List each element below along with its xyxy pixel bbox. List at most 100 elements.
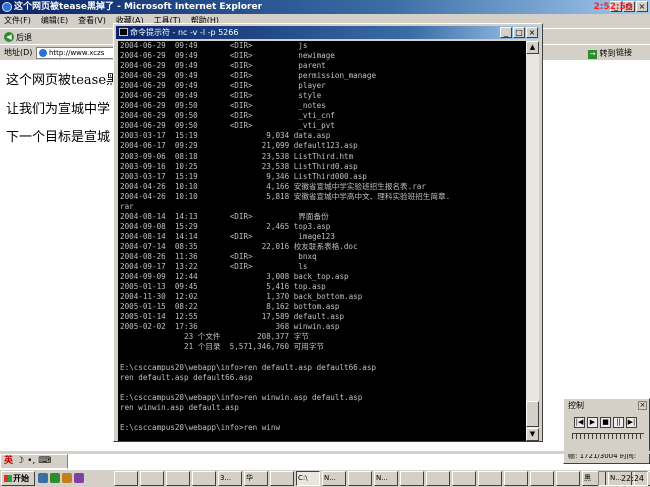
internet-explorer-icon[interactable] [2,2,12,12]
console-line: 23 个文件 208,377 字节 [120,332,309,342]
keyboard-icon[interactable]: ⌨ [38,455,51,468]
console-line: ren winwin.asp default.asp [120,402,239,412]
go-button[interactable]: → 转到 [588,46,616,62]
console-line: 2004-06-29 09:50 <DIR> _notes [120,101,326,111]
recording-timer: 2:52:56 [593,2,632,12]
quick-launch [38,473,84,483]
console-line: rar [120,201,134,211]
console-line: 2004-11-30 12:02 1,370 back_bottom.asp [120,292,363,302]
back-button[interactable]: ◀ 后退 [4,30,32,45]
taskbar-button[interactable]: C:\ [296,471,320,486]
taskbar-button[interactable] [192,471,216,486]
menu-edit[interactable]: 编辑(E) [41,14,68,28]
menu-file[interactable]: 文件(F) [4,14,31,28]
console-line: 2004-06-29 09:49 <DIR> js [120,41,308,50]
console-line: 2004-06-29 09:50 <DIR> _vti_pvt [120,121,335,131]
console-caption-buttons: _ □ × [500,27,538,38]
page-icon [39,49,47,57]
back-button-label: 后退 [16,32,32,42]
browser-title-bar[interactable]: 这个网页被tease黑掉了 - Microsoft Internet Explo… [0,0,650,14]
go-arrow-icon: → [588,50,597,59]
taskbar-button[interactable]: N... [374,471,398,486]
console-line: ren default.asp default66.asp [120,372,253,382]
taskbar-button[interactable] [348,471,372,486]
console-close-button[interactable]: × [526,27,538,38]
menu-view[interactable]: 查看(V) [78,14,106,28]
quick-launch-icon[interactable] [38,473,48,483]
console-window-title: 命令提示符 - nc -v -l -p 5266 [130,28,239,37]
scroll-up-button[interactable]: ▲ [526,41,539,54]
address-input[interactable]: http://www.xczs [36,47,122,59]
taskbar-button[interactable] [140,471,164,486]
console-line: E:\csccampus20\webapp\info>ren default.a… [120,362,377,372]
system-tray: 22:24 [598,471,648,486]
taskbar-button[interactable] [270,471,294,486]
quick-launch-icon[interactable] [74,473,84,483]
control-panel-title: 控制 [568,401,584,410]
console-line: 2005-01-13 09:45 5,416 top.asp [120,282,326,292]
skip-end-button[interactable]: ▶| [626,417,637,428]
taskbar-button[interactable] [452,471,476,486]
console-line: 2004-08-14 14:13 <DIR> 界面备份 [120,211,329,221]
taskbar-button[interactable] [400,471,424,486]
playback-control-panel: 控制 × |◀ ▶ ■ || ▶| 帧: 1721/3004 时间: [563,398,650,464]
console-icon[interactable] [119,28,128,36]
console-minimize-button[interactable]: _ [500,27,512,38]
quick-launch-icon[interactable] [62,473,72,483]
stop-button[interactable]: ■ [600,417,611,428]
taskbar-button[interactable] [530,471,554,486]
console-line: 2004-06-29 09:49 <DIR> newimage [120,51,335,61]
console-line: 2004-06-29 09:49 <DIR> style [120,91,322,101]
console-scrollbar[interactable]: ▲ ▼ [526,41,539,441]
taskbar-button[interactable]: N... [322,471,346,486]
address-value: http://www.xczs [49,49,105,57]
taskbar-button[interactable] [478,471,502,486]
punctuation-icon[interactable]: •, [27,455,35,468]
go-button-label: 转到 [599,49,616,58]
control-panel-close-button[interactable]: × [638,401,647,410]
console-line: 2004-04-26 10:10 4,166 安徽省宣城中学实验班招生报名表.r… [120,181,426,191]
console-line: 2004-09-17 13:22 <DIR> ls [120,262,308,272]
taskbar-button[interactable] [166,471,190,486]
playback-buttons: |◀ ▶ ■ || ▶| [574,417,637,428]
console-line: 2005-01-14 12:55 17,589 default.asp [120,312,345,322]
start-button-label: 开始 [13,474,29,483]
console-title-bar[interactable]: 命令提示符 - nc -v -l -p 5266 _ □ × [116,26,540,39]
console-line: 2004-06-29 09:49 <DIR> parent [120,61,326,71]
taskbar-button[interactable] [426,471,450,486]
taskbar-button[interactable]: 华 [244,471,268,486]
console-line: E:\csccampus20\webapp\info>ren winwin.as… [120,392,363,402]
play-button[interactable]: ▶ [587,417,598,428]
taskbar-button[interactable] [556,471,580,486]
moon-icon[interactable]: ☽ [16,455,24,468]
links-button[interactable]: 链接 [616,45,632,61]
windows-logo-icon [4,475,12,482]
rewind-button[interactable]: |◀ [574,417,585,428]
taskbar-button[interactable] [504,471,528,486]
console-line: 2004-06-29 09:50 <DIR> _vti_cnf [120,111,335,121]
pause-button[interactable]: || [613,417,624,428]
console-line: 2004-07-14 08:35 22,016 校友联系表格.doc [120,241,358,251]
command-prompt-window[interactable]: 命令提示符 - nc -v -l -p 5266 _ □ × 2004-06-2… [113,23,543,442]
console-line: 2004-06-29 09:49 <DIR> permission_manage [120,71,377,81]
console-line: 2005-02-02 17:36 368 winwin.asp [120,322,340,332]
scrollbar-thumb[interactable] [526,401,539,427]
console-output[interactable]: 2004-06-29 09:49 <DIR> js 2004-06-29 09:4… [118,41,526,441]
taskbar-button[interactable]: 3... [218,471,242,486]
tray-clock[interactable]: 22:24 [621,474,644,483]
console-line: 2003-09-16 10:25 23,538 ListThird0.asp [120,161,358,171]
console-line: 2004-06-17 09:29 21,099 default123.asp [120,141,358,151]
page-text-line-1: 这个网页被tease黑 [6,73,120,88]
console-maximize-button[interactable]: □ [513,27,525,38]
scroll-down-button[interactable]: ▼ [526,428,539,441]
start-button[interactable]: 开始 [1,471,35,486]
timeline-slider[interactable] [572,433,644,443]
quick-launch-icon[interactable] [50,473,60,483]
back-arrow-icon: ◀ [4,32,14,42]
taskbar-button[interactable] [114,471,138,486]
ime-mode-label[interactable]: 英 [4,455,13,468]
close-button[interactable]: × [636,1,648,12]
ime-language-bar[interactable]: 英 ☽ •, ⌨ [0,454,68,469]
console-line: 2004-09-08 15:29 2,465 top3.asp [120,221,331,231]
